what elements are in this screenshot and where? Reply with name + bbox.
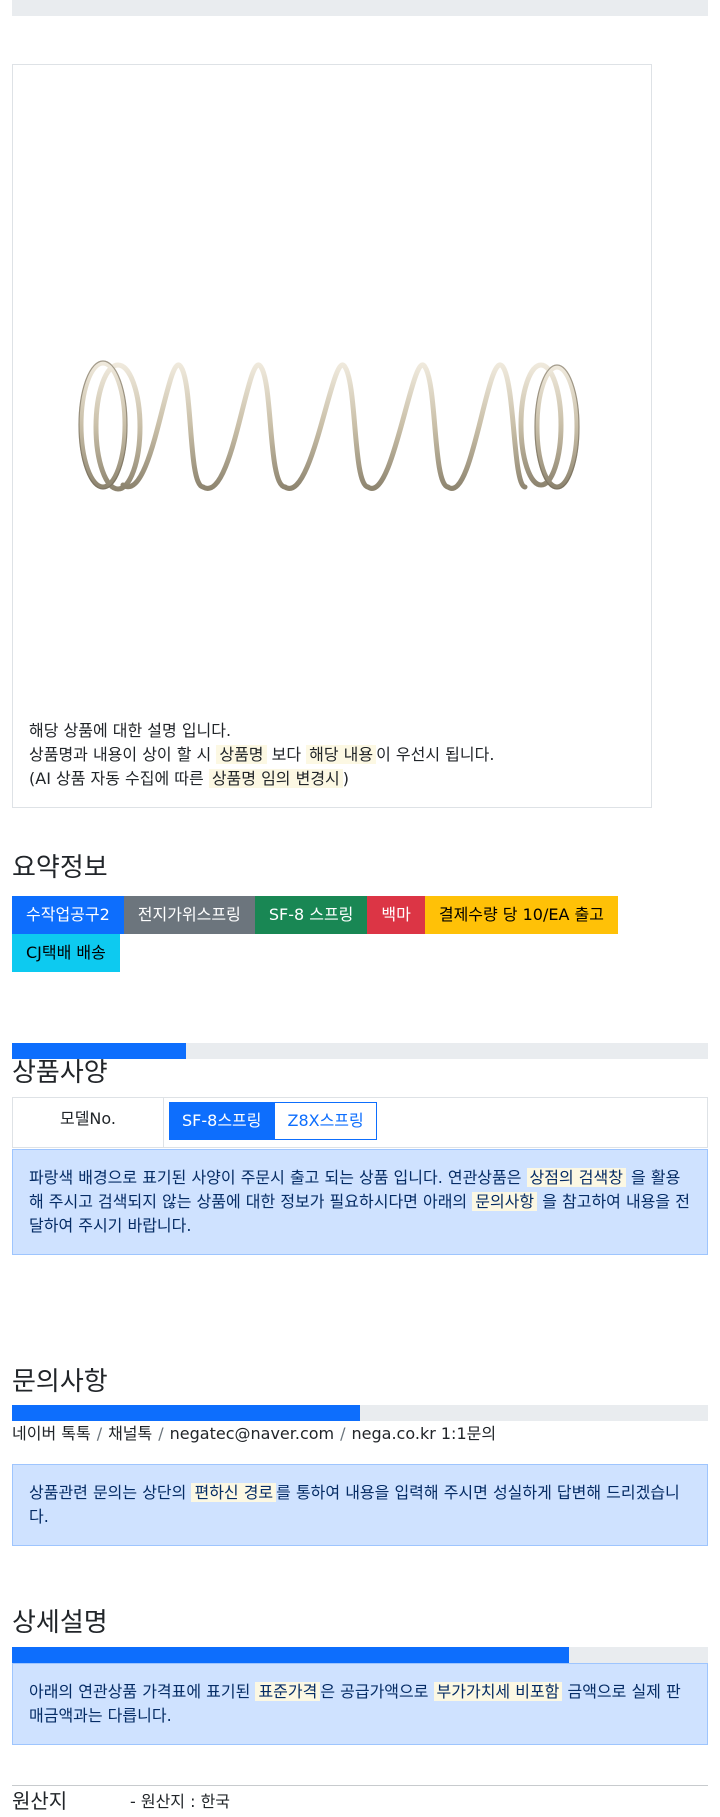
summary-badges: 수작업공구2 전지가위스프링 SF-8 스프링 백마 결제수량 당 10/EA … xyxy=(12,896,712,972)
description-line-2: 상품명과 내용이 상이 할 시 상품명 보다 해당 내용 이 우선시 됩니다. xyxy=(29,743,494,767)
option-z8x-button[interactable]: Z8X스프링 xyxy=(274,1102,377,1140)
contact-naver-talk[interactable]: 네이버 톡톡 xyxy=(12,1424,91,1443)
description-text: 상품명과 내용이 상이 할 시 xyxy=(29,745,217,764)
origin-label: 원산지 xyxy=(12,1789,68,1813)
divider xyxy=(12,1785,708,1786)
detail-progress-bar xyxy=(12,1647,708,1663)
spec-title: 상품사양 xyxy=(12,1058,108,1088)
highlight-standard-price: 표준가격 xyxy=(255,1682,321,1701)
description-text: 보다 xyxy=(266,745,307,764)
model-options: SF-8스프링 Z8X스프링 xyxy=(164,1098,377,1147)
summary-title: 요약정보 xyxy=(12,853,108,883)
separator: / xyxy=(96,1424,103,1443)
badge-model[interactable]: SF-8 스프링 xyxy=(254,896,368,934)
highlight-product-name: 상품명 xyxy=(216,745,267,764)
inquiry-title: 문의사항 xyxy=(12,1367,108,1397)
inquiry-progress-bar xyxy=(12,1405,708,1421)
coil-spring-image xyxy=(78,360,580,492)
contact-list: 네이버 톡톡 / 채널톡 / negatec@naver.com / nega.co.kr … xyxy=(12,1422,496,1446)
highlight-name-change: 상품명 임의 변경시 xyxy=(208,769,343,788)
spec-progress-bar xyxy=(12,1043,708,1059)
contact-website[interactable]: nega.co.kr 1:1문의 xyxy=(352,1424,497,1443)
contact-email[interactable]: negatec@naver.com xyxy=(170,1424,334,1443)
detail-title: 상세설명 xyxy=(12,1608,108,1638)
badge-category[interactable]: 수작업공구2 xyxy=(12,896,124,934)
description-text: ) xyxy=(342,769,350,788)
highlight-content: 해당 내용 xyxy=(306,745,377,764)
highlight-inquiry: 문의사항 xyxy=(472,1192,538,1211)
description-line-3: (AI 상품 자동 수집에 따른 상품명 임의 변경시) xyxy=(29,767,494,791)
detail-progress-fill xyxy=(12,1647,569,1663)
badge-shipping[interactable]: CJ택배 배송 xyxy=(12,934,120,972)
model-no-label: 모델No. xyxy=(13,1098,164,1147)
notice-text: 파랑색 배경으로 표기된 사양이 주문시 출고 되는 상품 입니다. 연관상품은 xyxy=(29,1168,527,1187)
product-image-panel: 해당 상품에 대한 설명 입니다. 상품명과 내용이 상이 할 시 상품명 보다… xyxy=(12,64,652,808)
description-text: (AI 상품 자동 수집에 따른 xyxy=(29,769,209,788)
spec-table: 모델No. SF-8스프링 Z8X스프링 xyxy=(12,1097,708,1148)
notice-text: 아래의 연관상품 가격표에 표기된 xyxy=(29,1682,256,1701)
inquiry-progress-fill xyxy=(12,1405,360,1421)
spec-notice: 파랑색 배경으로 표기된 사양이 주문시 출고 되는 상품 입니다. 연관상품은… xyxy=(12,1149,708,1255)
option-sf8-button[interactable]: SF-8스프링 xyxy=(169,1102,275,1140)
badge-type[interactable]: 전지가위스프링 xyxy=(123,896,255,934)
description-text: 이 우선시 됩니다. xyxy=(376,745,495,764)
separator: / xyxy=(340,1424,346,1443)
contact-channel-talk[interactable]: 채널톡 xyxy=(108,1424,152,1443)
inquiry-notice: 상품관련 문의는 상단의 편하신 경로 를 통하여 내용을 입력해 주시면 성실하… xyxy=(12,1464,708,1546)
badge-quantity[interactable]: 결제수량 당 10/EA 출고 xyxy=(424,896,618,934)
notice-text: 은 공급가액으로 xyxy=(320,1682,434,1701)
highlight-vat-excluded: 부가가치세 비포함 xyxy=(433,1682,563,1701)
origin-value: - 원산지 : 한국 xyxy=(130,1792,231,1811)
top-progress-bar xyxy=(12,0,708,16)
description-line-1: 해당 상품에 대한 설명 입니다. xyxy=(29,721,232,740)
notice-text: 상품관련 문의는 상단의 xyxy=(29,1483,192,1502)
separator: / xyxy=(158,1424,164,1443)
highlight-search-box: 상점의 검색창 xyxy=(526,1168,626,1187)
badge-brand[interactable]: 백마 xyxy=(367,896,425,934)
highlight-preferred-route: 편하신 경로 xyxy=(191,1483,277,1502)
product-description: 해당 상품에 대한 설명 입니다. 상품명과 내용이 상이 할 시 상품명 보다… xyxy=(29,719,494,791)
detail-notice: 아래의 연관상품 가격표에 표기된 표준가격 은 공급가액으로 부가가치세 비포함… xyxy=(12,1663,708,1745)
